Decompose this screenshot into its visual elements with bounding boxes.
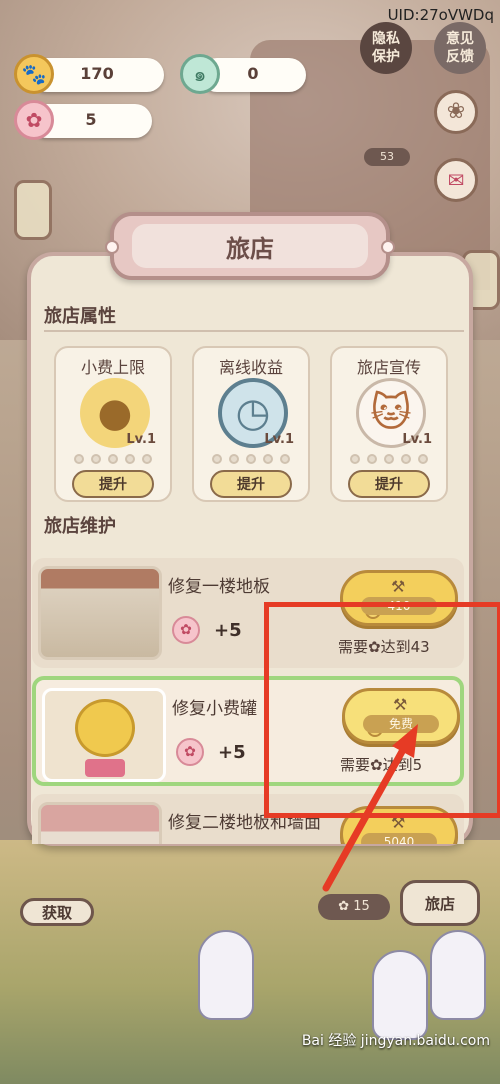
- tutorial-arrow-icon: [322, 724, 418, 892]
- watermark: Bai 经验 jingyan.baidu.com: [301, 1033, 490, 1049]
